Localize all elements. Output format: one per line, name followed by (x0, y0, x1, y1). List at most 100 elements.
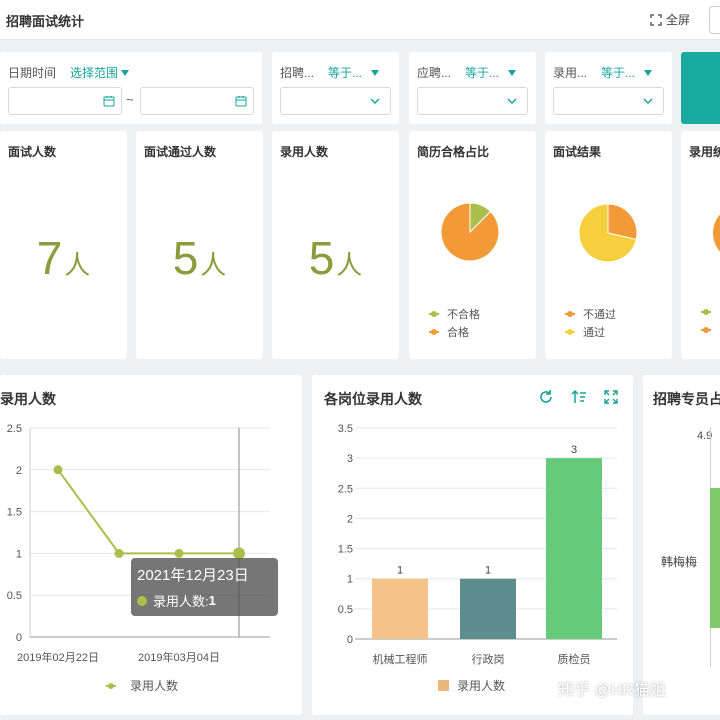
date-end-input[interactable] (140, 87, 254, 115)
expand-icon (650, 13, 662, 26)
applicant-filter-label: 应聘... (417, 66, 452, 80)
tooltip-series: 录用人数: (153, 594, 209, 609)
applicant-operator[interactable]: 等于... (465, 64, 517, 81)
stat-unit: 人 (64, 250, 91, 280)
y-tick-label: 2 (347, 513, 353, 525)
legend-item[interactable]: 录用人数 (438, 677, 505, 694)
recruiter-operator-label: 等于... (328, 66, 363, 80)
y-tick-label: 1 (16, 548, 22, 560)
legend-item[interactable]: 不通过 (565, 306, 616, 322)
legend-item[interactable]: 合格 (429, 324, 469, 340)
stat-value: 5人 (136, 231, 263, 285)
filter-date: 日期时间 选择范围 ~ (0, 52, 262, 124)
pie-slice-合格[interactable] (440, 202, 500, 262)
hire-pie-chart (713, 214, 720, 252)
y-tick-label: 0.5 (338, 604, 353, 616)
watermark: 知乎 @HR猫姐 (558, 682, 666, 699)
chevron-down-icon (370, 98, 380, 104)
y-tick-label: 0.5 (7, 590, 22, 602)
legend-marker (565, 309, 575, 319)
caret-down-icon (371, 69, 380, 76)
hired-line-chart: 0 0.5 1 1.5 2 2.5 2019年02月22日 2019年03月04日 (7, 423, 270, 664)
hire-select[interactable] (553, 87, 664, 115)
recruiter-bar[interactable] (710, 488, 720, 628)
legend-marker (701, 325, 711, 335)
legend-item[interactable]: 通过 (565, 324, 605, 340)
pie-card-hire: 录用统 (681, 131, 720, 359)
page-title: 招聘面试统计 (6, 14, 85, 29)
x-tick-label: 行政岗 (472, 652, 505, 666)
x-tick-label: 质检员 (558, 652, 591, 666)
top-bar: 招聘面试统计 全屏 (0, 0, 720, 40)
y-tick-label: 2.5 (338, 483, 353, 495)
legend-label: 合格 (447, 327, 469, 339)
y-tick-label: 1.5 (7, 507, 22, 519)
stat-unit: 人 (200, 250, 227, 280)
recruiter-name: 韩梅梅 (661, 555, 698, 569)
date-separator: ~ (126, 92, 134, 107)
legend-marker (429, 327, 439, 337)
caret-down-icon (508, 69, 517, 76)
stat-number: 7 (36, 232, 63, 284)
recruiter-filter-label: 招聘... (280, 66, 315, 80)
pie-card-interview: 面试结果 不通过 通过 (545, 131, 672, 359)
legend-label: 录用人数 (457, 679, 506, 693)
calendar-icon (235, 96, 247, 107)
bar-机械工程师[interactable] (372, 578, 428, 639)
y-tick-label: 2.5 (7, 423, 22, 435)
fullscreen-label: 全屏 (666, 13, 691, 27)
hire-filter-label: 录用... (553, 66, 588, 80)
y-tick-label: 0 (16, 632, 22, 644)
date-range-mode-label: 选择范围 (70, 66, 119, 80)
hire-operator[interactable]: 等于... (601, 64, 653, 81)
recruiter-share-card: 招聘专员占 4.9 韩梅梅 (643, 375, 720, 715)
data-point[interactable] (174, 548, 184, 558)
stat-value: 7人 (0, 231, 127, 285)
date-range-mode[interactable]: 选择范围 (70, 64, 130, 81)
stat-value: 5人 (272, 231, 399, 285)
legend-label: 录用人数 (130, 679, 179, 693)
pie-title: 面试结果 (553, 145, 602, 159)
position-bar-chart: 0 0.5 1 1.5 2 2.5 3 3.5 1 机械工程师 1 行政岗 3 质检员 (338, 423, 617, 666)
stat-unit: 人 (336, 250, 363, 280)
fullscreen-button[interactable]: 全屏 (650, 11, 690, 28)
filter-hire: 录用... 等于... (545, 52, 672, 124)
caret-down-icon (121, 69, 130, 76)
bar-value-label: 1 (397, 565, 403, 577)
chevron-down-icon (507, 98, 517, 104)
data-point[interactable] (114, 548, 124, 558)
pie-title: 简历合格占比 (417, 145, 490, 159)
bar-质检员[interactable] (546, 458, 602, 639)
data-point[interactable] (53, 465, 63, 475)
date-start-input[interactable] (8, 87, 122, 115)
calendar-icon (103, 96, 115, 107)
stat-card-interviews: 面试人数 7人 (0, 131, 127, 359)
pie-card-resume: 简历合格占比 不合格 合格 (409, 131, 536, 359)
legend-label: 不合格 (447, 309, 480, 321)
bar-行政岗[interactable] (460, 578, 516, 639)
legend-marker (565, 327, 575, 337)
legend-item[interactable]: 不合格 (429, 306, 480, 322)
caret-down-icon (644, 69, 653, 76)
applicant-select[interactable] (417, 87, 528, 115)
resume-pie-chart (440, 202, 500, 262)
top-right-button[interactable] (709, 6, 720, 34)
applicant-operator-label: 等于... (465, 66, 500, 80)
legend-marker (438, 680, 449, 691)
recruiter-select[interactable] (280, 87, 391, 115)
legend-marker (429, 309, 439, 319)
tooltip-row: 录用人数: 1 (137, 591, 272, 610)
chart-tooltip: 2021年12月23日 录用人数: 1 (131, 558, 278, 616)
date-filter-label: 日期时间 (8, 66, 57, 80)
y-tick-label: 3 (347, 453, 353, 465)
legend-marker (701, 307, 711, 317)
hire-operator-label: 等于... (601, 66, 636, 80)
tooltip-value: 1 (208, 593, 216, 608)
bar-value-label: 1 (485, 565, 491, 577)
recruiter-operator[interactable]: 等于... (328, 64, 380, 81)
tooltip-date: 2021年12月23日 (137, 567, 249, 584)
legend-marker (106, 681, 122, 691)
legend-item[interactable]: 录用人数 (106, 677, 178, 694)
search-button[interactable] (681, 52, 720, 124)
stat-number: 5 (172, 232, 199, 284)
